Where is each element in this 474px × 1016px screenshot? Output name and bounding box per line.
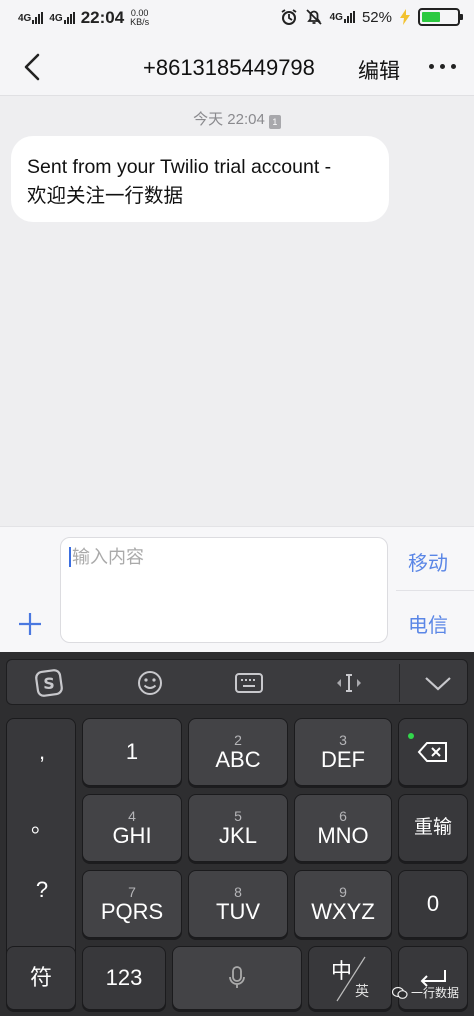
reenter-key[interactable]: 重输 xyxy=(398,794,468,862)
sogou-logo-icon[interactable]: S xyxy=(29,660,69,706)
microphone-icon xyxy=(229,966,245,988)
toolbar-divider xyxy=(399,664,400,702)
charging-icon xyxy=(400,9,410,25)
signal-sim2: 4G xyxy=(49,12,75,24)
send-divider xyxy=(396,590,474,591)
mute-bell-icon xyxy=(305,9,322,25)
svg-text:S: S xyxy=(43,674,55,693)
battery-percent: 52% xyxy=(361,8,392,26)
alarm-icon xyxy=(281,9,297,25)
send-via-mobile-button[interactable]: 移动 xyxy=(408,547,448,576)
key-9-wxyz[interactable]: 9 WXYZ xyxy=(294,870,392,938)
keyboard-toolbar: S xyxy=(6,659,468,705)
key-2-abc[interactable]: 2 ABC xyxy=(188,718,288,786)
edit-button[interactable]: 编辑 xyxy=(358,55,400,85)
signal-bars-icon xyxy=(63,12,75,24)
compose-area: 输入内容 移动 电信 xyxy=(0,526,474,652)
key-3-def[interactable]: 3 DEF xyxy=(294,718,392,786)
space-key[interactable] xyxy=(172,946,302,1010)
signal-sim3: 4G xyxy=(330,11,355,23)
key-4-ghi[interactable]: 4 GHI xyxy=(82,794,182,862)
plus-icon[interactable] xyxy=(17,611,43,637)
status-time: 22:04 xyxy=(80,8,125,27)
status-left: 4G 4G 22:04 0.00 KB/s xyxy=(18,8,149,28)
status-bar: 4G 4G 22:04 0.00 KB/s 4G 52% xyxy=(0,0,474,38)
key-5-jkl[interactable]: 5 JKL xyxy=(188,794,288,862)
key-8-tuv[interactable]: 8 TUV xyxy=(188,870,288,938)
battery-icon xyxy=(418,8,463,26)
ime-keyboard: S , 。 ? ! 1 2ABC 3DEF 4GHI xyxy=(0,652,474,1016)
punct-period[interactable]: 。 xyxy=(7,807,77,839)
backspace-icon xyxy=(417,742,447,762)
contact-number: +8613185449798 xyxy=(143,55,315,80)
wechat-icon xyxy=(392,986,408,999)
cursor-move-icon[interactable] xyxy=(325,660,373,706)
language-switch-key[interactable]: 中 英 xyxy=(308,946,392,1010)
back-arrow-icon[interactable] xyxy=(18,52,48,82)
conversation-header: +8613185449798 编辑 xyxy=(0,38,474,96)
network-speed: 0.00 KB/s xyxy=(130,8,150,27)
symbols-key[interactable]: 符 xyxy=(6,946,76,1010)
key-1[interactable]: 1 xyxy=(82,718,182,786)
punct-question[interactable]: ? xyxy=(7,877,77,903)
message-text-line2: 欢迎关注一行数据 xyxy=(27,185,184,207)
watermark: 一行数据 xyxy=(392,984,459,1001)
signal-bars-icon xyxy=(343,11,355,23)
message-input[interactable]: 输入内容 xyxy=(60,537,388,643)
text-caret xyxy=(69,547,71,567)
key-6-mno[interactable]: 6 MNO xyxy=(294,794,392,862)
status-right: 4G 52% xyxy=(280,8,463,26)
key-0[interactable]: 0 xyxy=(398,870,468,938)
keyboard-switch-icon[interactable] xyxy=(229,660,269,706)
key-7-pqrs[interactable]: 7 PQRS xyxy=(82,870,182,938)
slash-divider xyxy=(336,956,366,1002)
send-via-telecom-button[interactable]: 电信 xyxy=(408,609,448,638)
sim-card-icon: 1 xyxy=(268,115,281,129)
backspace-key[interactable] xyxy=(398,718,468,786)
signal-sim1: 4G xyxy=(18,12,44,24)
message-text-line1: Sent from your Twilio trial account - xyxy=(27,156,332,178)
indicator-dot xyxy=(408,733,414,739)
more-options-icon[interactable] xyxy=(429,64,456,69)
message-timestamp: 今天 22:04 1 xyxy=(0,108,474,129)
incoming-message-bubble[interactable]: Sent from your Twilio trial account - 欢迎… xyxy=(11,136,389,222)
signal-bars-icon xyxy=(32,12,44,24)
punct-comma[interactable]: , xyxy=(7,739,77,765)
emoji-icon[interactable] xyxy=(130,660,170,706)
collapse-keyboard-icon[interactable] xyxy=(413,660,463,706)
numbers-key[interactable]: 123 xyxy=(82,946,166,1010)
message-list[interactable]: 今天 22:04 1 Sent from your Twilio trial ac… xyxy=(0,96,474,526)
